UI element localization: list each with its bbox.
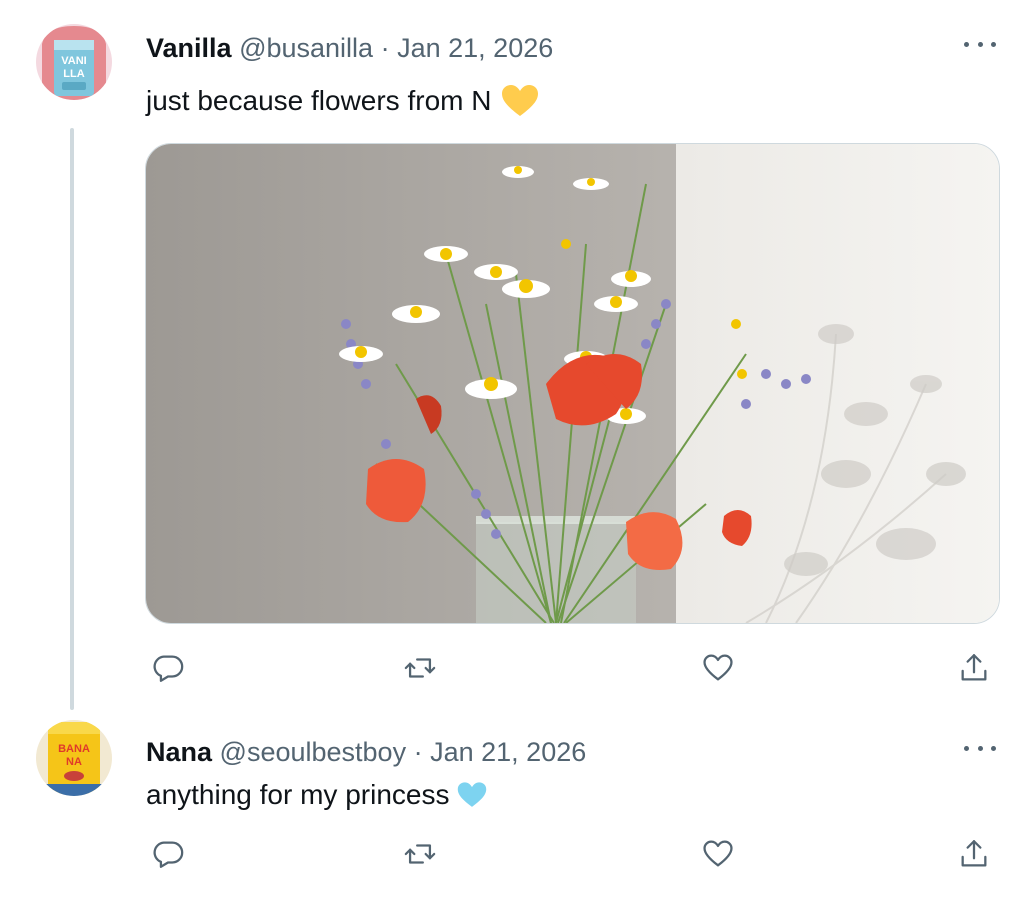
tweet-text-content: just because flowers from N <box>146 85 492 116</box>
more-icon[interactable] <box>964 32 996 56</box>
avatar-image: BANA NA <box>36 720 112 796</box>
tweet-actions <box>146 832 996 876</box>
tweet-text: anything for my princess <box>146 776 487 814</box>
yellow-heart-icon <box>501 84 539 118</box>
tweet[interactable]: BANA NA Nana @seoulbestboy · Jan 21, 202… <box>0 710 1024 898</box>
display-name[interactable]: Vanilla <box>146 33 232 63</box>
retweet-icon[interactable] <box>398 832 442 876</box>
display-name[interactable]: Nana <box>146 737 212 767</box>
svg-text:LLA: LLA <box>63 68 84 80</box>
thread-line <box>70 128 74 710</box>
username[interactable]: @seoulbestboy <box>220 737 407 767</box>
avatar[interactable]: BANA NA <box>36 720 112 796</box>
tweet[interactable]: VANI LLA Vanilla @busanilla · Jan 21, 20… <box>0 0 1024 710</box>
timestamp[interactable]: Jan 21, 2026 <box>430 737 586 767</box>
separator: · <box>380 33 390 63</box>
share-icon[interactable] <box>952 832 996 876</box>
retweet-icon[interactable] <box>398 646 442 690</box>
tweet-header: Vanilla @busanilla · Jan 21, 2026 <box>146 30 553 66</box>
avatar-image: VANI LLA <box>36 24 112 100</box>
avatar[interactable]: VANI LLA <box>36 24 112 100</box>
tweet-text: just because flowers from N <box>146 82 539 120</box>
tweet-actions <box>146 646 996 690</box>
like-icon[interactable] <box>696 832 740 876</box>
svg-text:BANA: BANA <box>58 743 90 755</box>
more-icon[interactable] <box>964 736 996 760</box>
tweet-text-content: anything for my princess <box>146 779 450 810</box>
like-icon[interactable] <box>696 646 740 690</box>
light-blue-heart-icon <box>457 781 487 809</box>
timestamp[interactable]: Jan 21, 2026 <box>397 33 553 63</box>
share-icon[interactable] <box>952 646 996 690</box>
username[interactable]: @busanilla <box>239 33 373 63</box>
tweet-header: Nana @seoulbestboy · Jan 21, 2026 <box>146 734 586 770</box>
reply-icon[interactable] <box>146 646 190 690</box>
tweet-photo[interactable] <box>145 143 1000 624</box>
svg-text:VANI: VANI <box>61 55 86 67</box>
svg-text:NA: NA <box>66 756 82 768</box>
separator: · <box>413 737 423 767</box>
reply-icon[interactable] <box>146 832 190 876</box>
